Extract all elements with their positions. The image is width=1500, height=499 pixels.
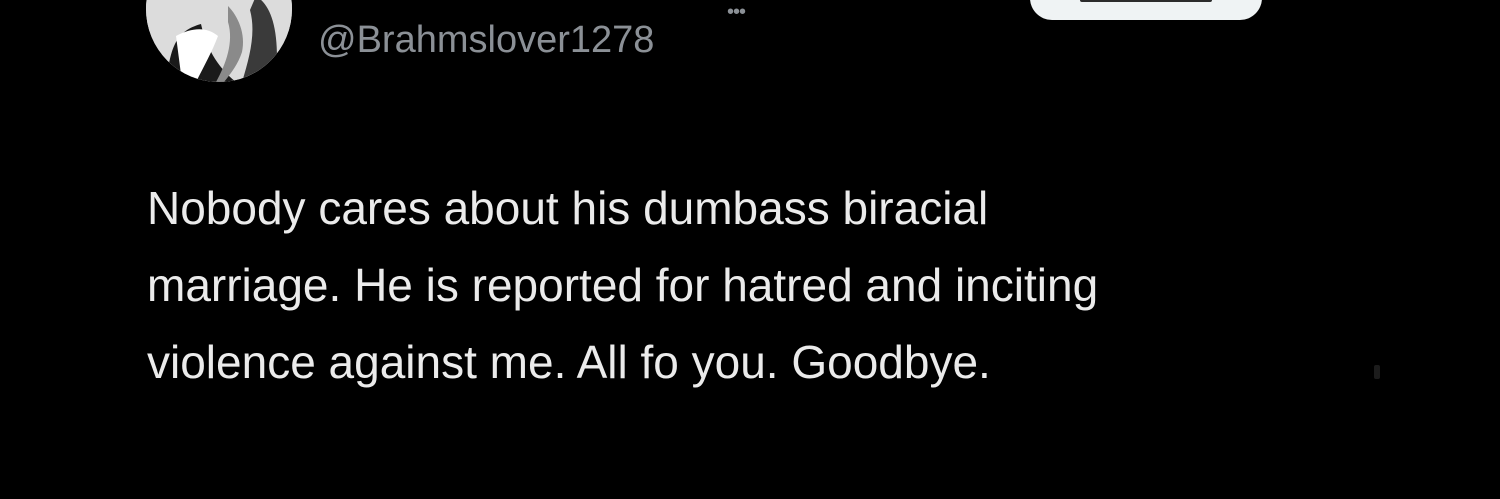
tweet-text-line: violence against me. All fo you. Goodbye… <box>147 336 991 388</box>
avatar[interactable] <box>146 0 292 82</box>
tweet-card: @Brahmslover1278 ••• Nobody cares about … <box>0 0 1500 499</box>
follow-button[interactable] <box>1030 0 1262 20</box>
profile-photo-icon <box>146 0 292 82</box>
tweet-text: Nobody cares about his dumbass biracial … <box>147 170 1357 401</box>
button-inner-shape <box>1080 0 1212 2</box>
user-handle[interactable]: @Brahmslover1278 <box>318 17 654 63</box>
tweet-text-line: marriage. He is reported for hatred and … <box>147 259 1099 311</box>
tweet-text-line: Nobody cares about his dumbass biracial <box>147 182 989 234</box>
ellipsis-icon[interactable]: ••• <box>727 2 746 22</box>
scroll-indicator <box>1374 365 1380 379</box>
